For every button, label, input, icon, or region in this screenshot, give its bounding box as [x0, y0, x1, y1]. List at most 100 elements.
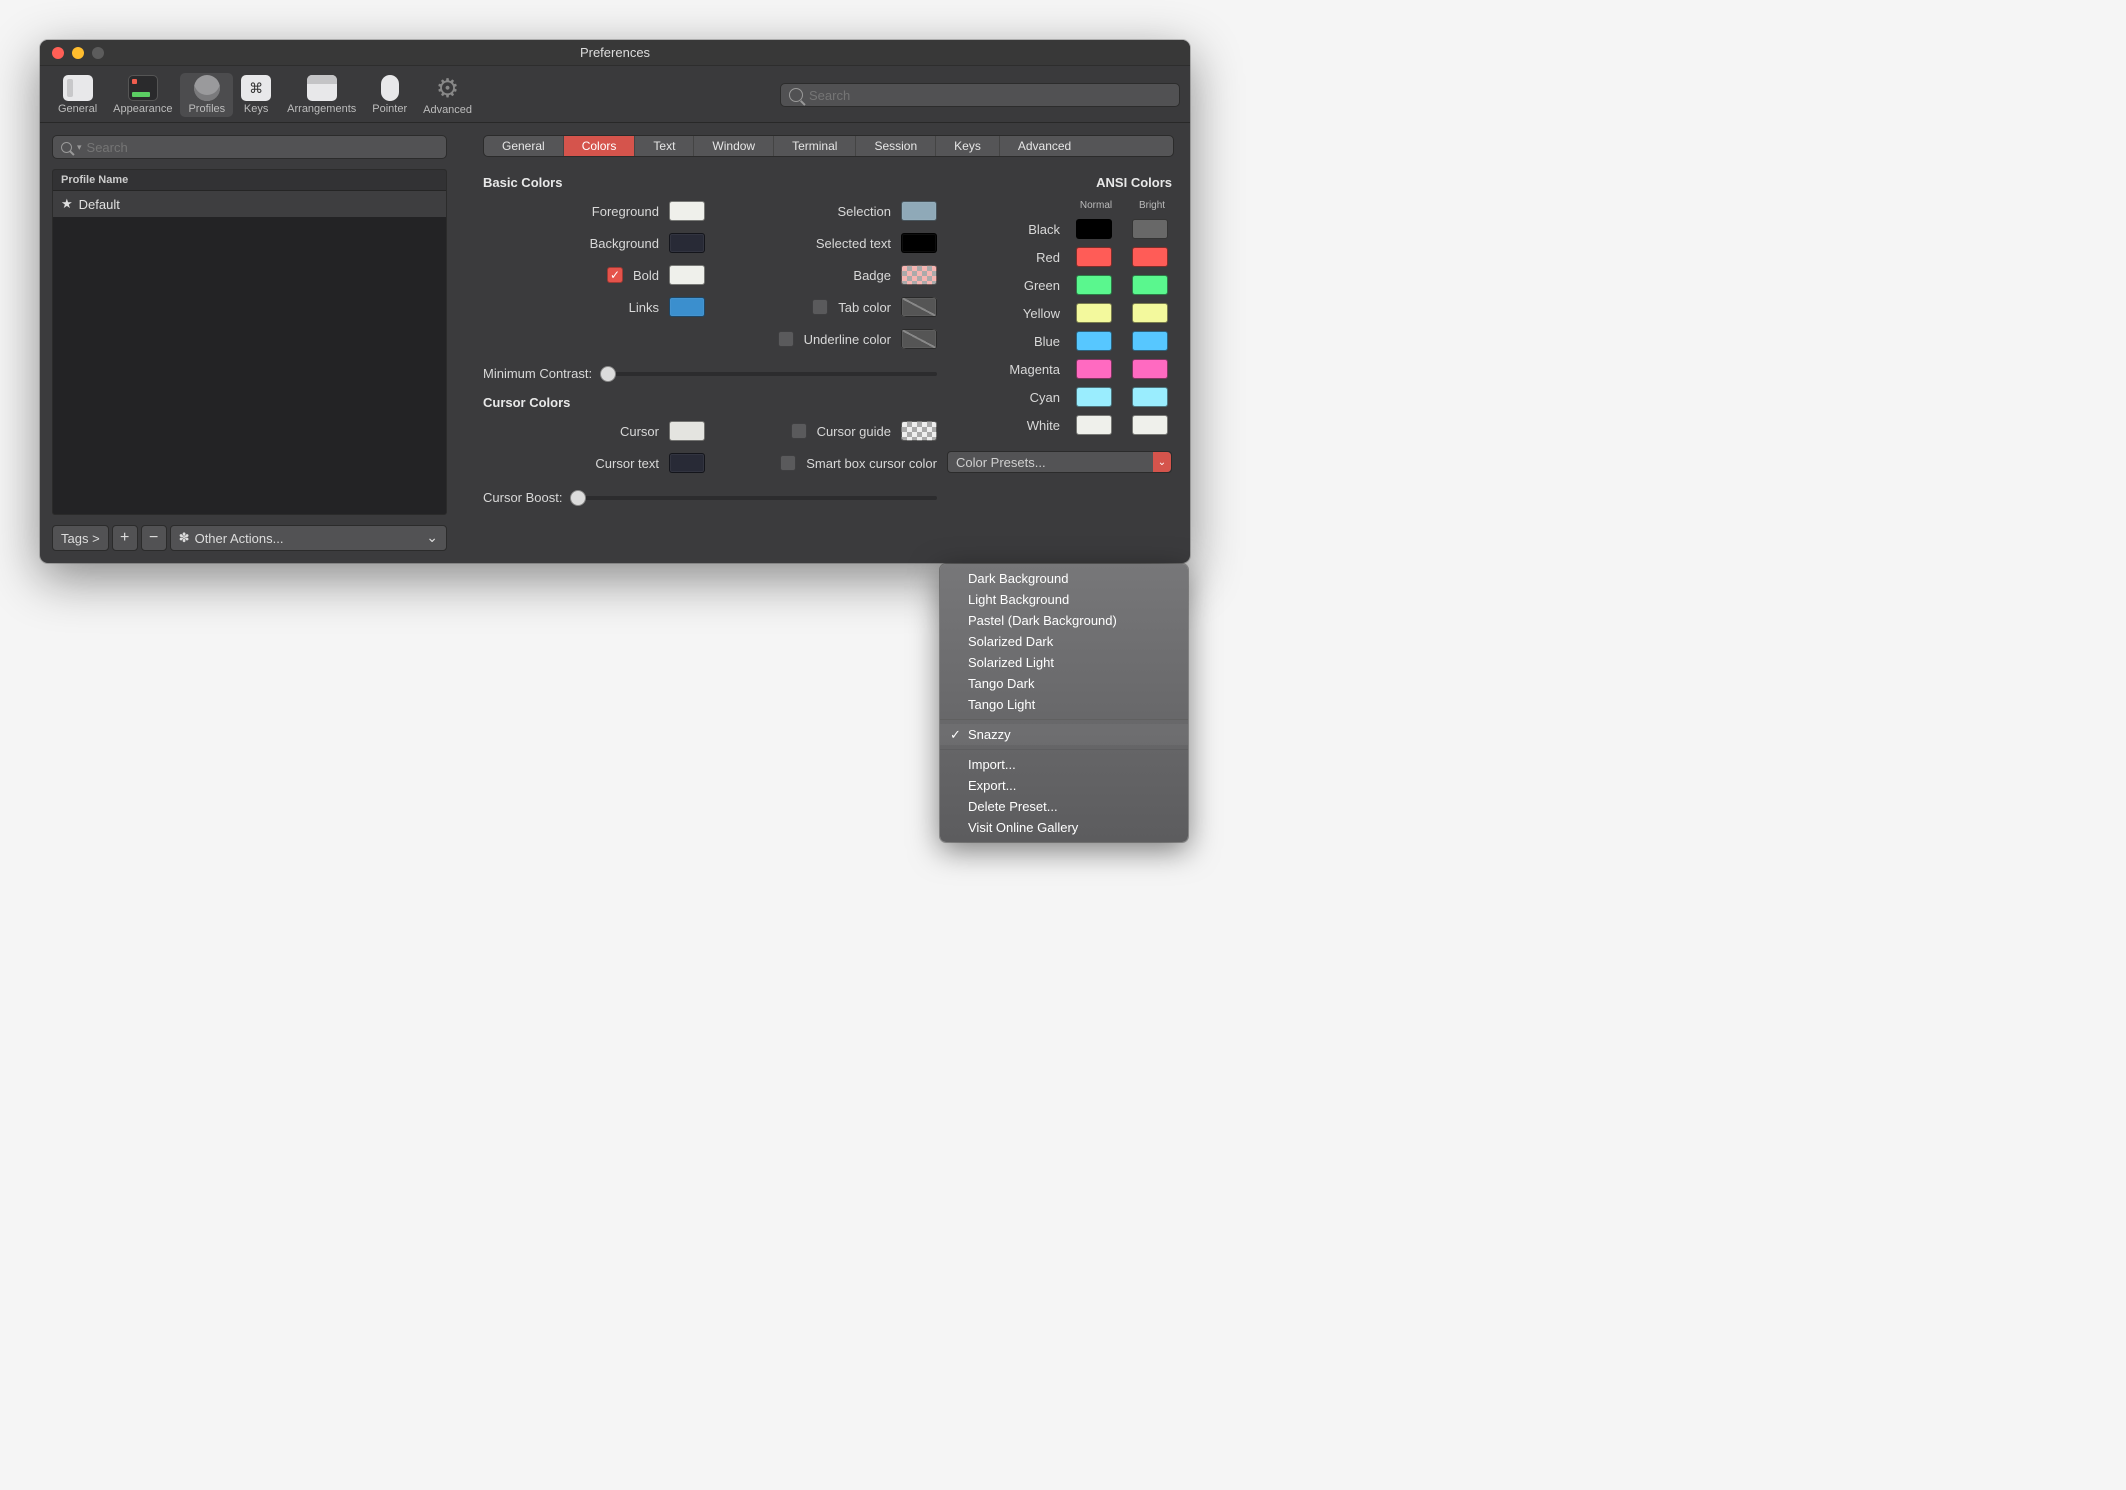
ansi-label: Cyan	[990, 390, 1060, 405]
cursor-boost-slider[interactable]	[572, 496, 937, 500]
preset-action-item[interactable]: Import...	[940, 754, 1188, 775]
cursor-guide-swatch[interactable]	[901, 421, 937, 441]
selected-text-swatch[interactable]	[901, 233, 937, 253]
cursor-swatch[interactable]	[669, 421, 705, 441]
cursor-text-swatch[interactable]	[669, 453, 705, 473]
preset-item[interactable]: Solarized Light	[940, 652, 1188, 673]
badge-swatch[interactable]	[901, 265, 937, 285]
bold-checkbox[interactable]: ✓	[607, 267, 623, 283]
smart-box-label: Smart box cursor color	[806, 456, 937, 471]
toolbar-general[interactable]: General	[50, 73, 105, 117]
tab-text[interactable]: Text	[635, 136, 694, 156]
gear-icon: ✽	[179, 530, 190, 546]
preset-action-item[interactable]: Export...	[940, 775, 1188, 796]
selection-swatch[interactable]	[901, 201, 937, 221]
ansi-bright-swatch[interactable]	[1132, 387, 1168, 407]
ansi-bright-swatch[interactable]	[1132, 331, 1168, 351]
profile-tabs: General Colors Text Window Terminal Sess…	[483, 135, 1174, 157]
tab-colors[interactable]: Colors	[564, 136, 636, 156]
tab-keys[interactable]: Keys	[936, 136, 1000, 156]
preset-item[interactable]: Tango Light	[940, 694, 1188, 715]
tags-button[interactable]: Tags >	[52, 525, 109, 551]
tab-color-label: Tab color	[838, 300, 891, 315]
ansi-bright-swatch[interactable]	[1132, 247, 1168, 267]
zoom-icon[interactable]	[92, 47, 104, 59]
preset-item-selected[interactable]: Snazzy	[940, 724, 1188, 745]
close-icon[interactable]	[52, 47, 64, 59]
profiles-header: Profile Name	[53, 170, 446, 191]
toolbar-search-input[interactable]	[809, 88, 1171, 103]
toolbar-profiles[interactable]: Profiles	[180, 73, 233, 117]
tab-advanced[interactable]: Advanced	[1000, 136, 1089, 156]
cursor-guide-checkbox[interactable]: ✓	[791, 423, 807, 439]
ansi-normal-swatch[interactable]	[1076, 415, 1112, 435]
star-icon: ★	[61, 196, 73, 212]
tab-window[interactable]: Window	[694, 136, 774, 156]
min-contrast-slider[interactable]	[602, 372, 937, 376]
profiles-search[interactable]: ▾	[52, 135, 447, 159]
smart-box-checkbox[interactable]: ✓	[780, 455, 796, 471]
ansi-bright-swatch[interactable]	[1132, 219, 1168, 239]
toolbar-advanced[interactable]: ⚙ Advanced	[415, 72, 480, 118]
tab-session[interactable]: Session	[856, 136, 936, 156]
ansi-bright-swatch[interactable]	[1132, 359, 1168, 379]
color-presets-dropdown: Dark BackgroundLight BackgroundPastel (D…	[940, 564, 1188, 842]
tab-terminal[interactable]: Terminal	[774, 136, 856, 156]
profile-row[interactable]: ★ Default	[53, 191, 446, 217]
chevron-down-icon: ▾	[77, 142, 82, 153]
arrangements-icon	[307, 75, 337, 101]
ansi-normal-swatch[interactable]	[1076, 219, 1112, 239]
ansi-normal-swatch[interactable]	[1076, 359, 1112, 379]
toolbar-keys[interactable]: ⌘ Keys	[233, 73, 279, 117]
tab-general[interactable]: General	[484, 136, 564, 156]
toolbar-appearance[interactable]: Appearance	[105, 73, 180, 117]
toolbar-search[interactable]	[780, 83, 1180, 107]
bold-swatch[interactable]	[669, 265, 705, 285]
underline-color-checkbox[interactable]: ✓	[778, 331, 794, 347]
background-swatch[interactable]	[669, 233, 705, 253]
color-presets-button[interactable]: Color Presets... ⌄	[947, 451, 1172, 473]
cursor-boost-label: Cursor Boost:	[483, 490, 562, 505]
underline-color-swatch[interactable]	[901, 329, 937, 349]
menu-separator	[940, 749, 1188, 750]
add-profile-button[interactable]: +	[112, 525, 138, 551]
ansi-normal-swatch[interactable]	[1076, 331, 1112, 351]
preset-item[interactable]: Solarized Dark	[940, 631, 1188, 652]
minimize-icon[interactable]	[72, 47, 84, 59]
ansi-normal-swatch[interactable]	[1076, 275, 1112, 295]
profile-name: Default	[79, 197, 120, 212]
badge-label: Badge	[853, 268, 891, 283]
profiles-search-input[interactable]	[87, 140, 438, 155]
toolbar-arrangements[interactable]: Arrangements	[279, 73, 364, 117]
remove-profile-button[interactable]: −	[141, 525, 167, 551]
ansi-normal-swatch[interactable]	[1076, 247, 1112, 267]
ansi-normal-swatch[interactable]	[1076, 303, 1112, 323]
toolbar: General Appearance Profiles ⌘ Keys Arran…	[40, 66, 1190, 123]
preset-item[interactable]: Pastel (Dark Background)	[940, 610, 1188, 631]
preset-item[interactable]: Dark Background	[940, 568, 1188, 589]
slider-thumb[interactable]	[600, 366, 616, 382]
preset-item[interactable]: Light Background	[940, 589, 1188, 610]
preset-item[interactable]: Tango Dark	[940, 673, 1188, 694]
toolbar-pointer[interactable]: Pointer	[364, 73, 415, 117]
ansi-bright-swatch[interactable]	[1132, 415, 1168, 435]
preferences-window: Preferences General Appearance Profiles …	[40, 40, 1190, 563]
other-actions-button[interactable]: ✽ Other Actions...	[170, 525, 447, 551]
ansi-bright-header: Bright	[1132, 200, 1172, 211]
pointer-icon	[381, 75, 399, 101]
foreground-swatch[interactable]	[669, 201, 705, 221]
selection-label: Selection	[838, 204, 891, 219]
ansi-bright-swatch[interactable]	[1132, 275, 1168, 295]
tab-color-swatch[interactable]	[901, 297, 937, 317]
ansi-bright-swatch[interactable]	[1132, 303, 1168, 323]
background-label: Background	[590, 236, 659, 251]
ansi-label: Yellow	[990, 306, 1060, 321]
ansi-normal-swatch[interactable]	[1076, 387, 1112, 407]
titlebar[interactable]: Preferences	[40, 40, 1190, 66]
slider-thumb[interactable]	[570, 490, 586, 506]
links-swatch[interactable]	[669, 297, 705, 317]
preset-action-item[interactable]: Visit Online Gallery	[940, 817, 1188, 838]
tab-color-checkbox[interactable]: ✓	[812, 299, 828, 315]
preset-action-item[interactable]: Delete Preset...	[940, 796, 1188, 817]
chevron-down-icon: ⌄	[1153, 452, 1171, 472]
